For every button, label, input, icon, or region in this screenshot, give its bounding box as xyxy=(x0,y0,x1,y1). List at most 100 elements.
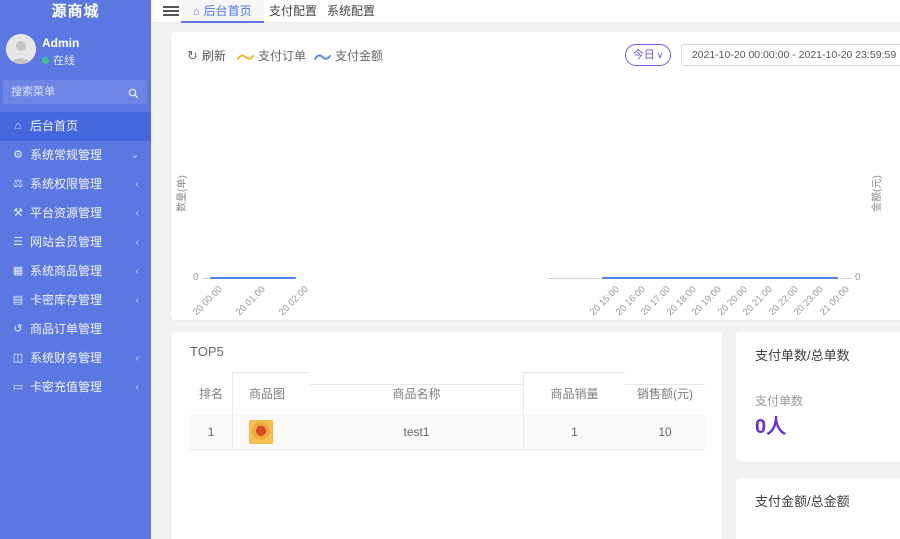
cell-sales: 1 xyxy=(523,414,625,449)
menu-search xyxy=(3,80,147,104)
sidebar-item-finance[interactable]: ◫ 系统财务管理 ‹ xyxy=(0,344,151,373)
cell-rank: 1 xyxy=(190,425,232,439)
app-logo: 源商城 xyxy=(0,0,151,23)
search-input[interactable] xyxy=(3,80,121,104)
sidebar-item-label: 系统常规管理 xyxy=(30,148,102,162)
refresh-label: 刷新 xyxy=(202,49,226,63)
hamburger-menu-icon[interactable] xyxy=(163,4,179,18)
sidebar-item-label: 系统商品管理 xyxy=(30,264,102,278)
chart-toolbar: ↻ 刷新 支付订单 支付金额 今日∨ 2021-10-20 00:00:00 - … xyxy=(171,44,900,70)
chevron-left-icon: ‹ xyxy=(136,228,139,257)
credit-card-icon: ▭ xyxy=(10,373,26,402)
top5-title: TOP5 xyxy=(190,344,224,359)
chart-pay-amount[interactable]: 0 金额(元) 20 15:00 20 16:00 20 17:00 20 18… xyxy=(541,76,900,316)
sidebar-item-members[interactable]: ☰ 网站会员管理 ‹ xyxy=(0,228,151,257)
cell-name: test1 xyxy=(310,425,523,439)
box-icon: ▦ xyxy=(10,257,26,286)
refresh-icon: ↻ xyxy=(187,48,198,63)
table-row[interactable]: 1 test1 1 10 xyxy=(190,414,705,450)
chevron-left-icon: ‹ xyxy=(136,286,139,315)
legend-pay-amount[interactable]: 支付金额 xyxy=(314,47,383,64)
col-header-amount: 销售额(元) xyxy=(625,384,705,402)
chevron-left-icon: ‹ xyxy=(136,344,139,373)
sidebar-item-permissions[interactable]: ⚖ 系统权限管理 ‹ xyxy=(0,170,151,199)
sidebar-item-label: 系统权限管理 xyxy=(30,177,102,191)
tools-icon: ⚒ xyxy=(10,199,26,228)
user-name: Admin xyxy=(42,36,79,50)
y-axis-name: 金额(元) xyxy=(868,175,883,212)
y-axis-tick: 0 xyxy=(855,272,861,283)
sidebar-item-orders[interactable]: ↺ 商品订单管理 xyxy=(0,315,151,344)
col-header-sales: 商品销量 xyxy=(523,372,625,414)
legend-pay-orders[interactable]: 支付订单 xyxy=(237,47,306,64)
stat-card-pay-amount: 支付金额/总金额 xyxy=(736,478,900,539)
stat-card-pay-count: 支付单数/总单数 支付单数 0人 xyxy=(736,332,900,462)
home-icon: ⌂ xyxy=(193,6,200,18)
charts-card: ↻ 刷新 支付订单 支付金额 今日∨ 2021-10-20 00:00:00 - … xyxy=(171,32,900,320)
archive-icon: ▤ xyxy=(10,286,26,315)
chart-pay-orders[interactable]: 数量(单) 0 20 00:00 20 01:00 20 02:00 xyxy=(171,76,541,316)
x-tick-label: 20 02:00 xyxy=(277,284,311,318)
col-header-image: 商品图 xyxy=(232,372,310,414)
list-icon: ☰ xyxy=(10,228,26,257)
cogs-icon: ⚙ xyxy=(10,141,26,170)
stat-title: 支付单数/总单数 xyxy=(755,345,850,364)
sidebar-item-card-recharge[interactable]: ▭ 卡密充值管理 ‹ xyxy=(0,373,151,402)
sidebar-item-system-general[interactable]: ⚙ 系统常规管理 ⌄ xyxy=(0,141,151,170)
search-icon[interactable] xyxy=(128,86,139,104)
table-header-row: 排名 商品图 商品名称 商品销量 销售额(元) xyxy=(190,372,705,414)
y-axis-name: 数量(单) xyxy=(173,175,188,212)
sidebar-item-card-inventory[interactable]: ▤ 卡密库存管理 ‹ xyxy=(0,286,151,315)
product-thumbnail[interactable] xyxy=(249,420,273,444)
legend-label: 支付金额 xyxy=(335,49,383,63)
cell-image xyxy=(232,414,310,449)
chevron-down-icon: ∨ xyxy=(657,50,664,60)
tab-label: 支付配置 xyxy=(269,4,317,18)
top5-card: TOP5 排名 商品图 商品名称 商品销量 销售额(元) 1 test1 1 1… xyxy=(171,332,722,539)
col-header-name: 商品名称 xyxy=(310,384,523,402)
permissions-icon: ⚖ xyxy=(10,170,26,199)
y-axis-tick-line xyxy=(202,278,210,279)
date-range-input[interactable]: 2021-10-20 00:00:00 - 2021-10-20 23:59:5… xyxy=(681,44,900,66)
chevron-left-icon: ‹ xyxy=(136,373,139,402)
user-block: Admin 在线 xyxy=(0,32,151,72)
x-tick-label: 20 00:00 xyxy=(191,284,225,318)
sidebar-item-goods[interactable]: ▦ 系统商品管理 ‹ xyxy=(0,257,151,286)
chevron-left-icon: ‹ xyxy=(136,199,139,228)
chart-icon: ◫ xyxy=(10,344,26,373)
avatar[interactable] xyxy=(6,34,36,64)
chevron-left-icon: ‹ xyxy=(136,170,139,199)
wave-icon xyxy=(237,52,254,62)
home-icon: ⌂ xyxy=(10,112,26,141)
stat-title: 支付金额/总金额 xyxy=(755,491,850,510)
sidebar-item-label: 商品订单管理 xyxy=(30,322,102,336)
chevron-left-icon: ‹ xyxy=(136,257,139,286)
sidebar-item-dashboard[interactable]: ⌂ 后台首页 xyxy=(0,112,151,141)
top5-table: 排名 商品图 商品名称 商品销量 销售额(元) 1 test1 1 10 xyxy=(190,372,705,450)
series-line xyxy=(210,277,296,279)
tab-dashboard[interactable]: ⌂后台首页 xyxy=(181,0,264,23)
chevron-down-icon: ⌄ xyxy=(131,141,139,170)
series-line xyxy=(602,277,838,279)
sidebar-item-label: 卡密库存管理 xyxy=(30,293,102,307)
sidebar: 源商城 Admin 在线 ⌂ 后台首页 ⚙ 系统常规管理 ⌄ xyxy=(0,0,151,539)
user-status-label: 在线 xyxy=(53,55,75,67)
col-header-rank: 排名 xyxy=(190,385,232,402)
avatar-placeholder-icon xyxy=(6,34,36,64)
stat-value: 0人 xyxy=(755,410,786,439)
x-tick-label: 20 01:00 xyxy=(234,284,268,318)
refresh-button[interactable]: ↻ 刷新 xyxy=(187,47,226,64)
sidebar-item-platform-resources[interactable]: ⚒ 平台资源管理 ‹ xyxy=(0,199,151,228)
sidebar-menu: ⌂ 后台首页 ⚙ 系统常规管理 ⌄ ⚖ 系统权限管理 ‹ ⚒ 平台资源管理 ‹ … xyxy=(0,112,151,402)
sidebar-item-label: 网站会员管理 xyxy=(30,235,102,249)
date-preset-dropdown[interactable]: 今日∨ xyxy=(625,44,671,66)
top-navbar: ⌂后台首页 支付配置 系统配置 xyxy=(151,0,900,23)
main-content: ↻ 刷新 支付订单 支付金额 今日∨ 2021-10-20 00:00:00 - … xyxy=(151,24,900,539)
wave-icon xyxy=(314,52,331,62)
sidebar-item-label: 卡密充值管理 xyxy=(30,380,102,394)
tab-system-config[interactable]: 系统配置 xyxy=(315,0,387,23)
y-axis-tick: 0 xyxy=(193,272,199,283)
sidebar-item-label: 后台首页 xyxy=(30,119,78,133)
legend-label: 支付订单 xyxy=(258,49,306,63)
charts-zone: 数量(单) 0 20 00:00 20 01:00 20 02:00 0 金额(… xyxy=(171,76,900,316)
